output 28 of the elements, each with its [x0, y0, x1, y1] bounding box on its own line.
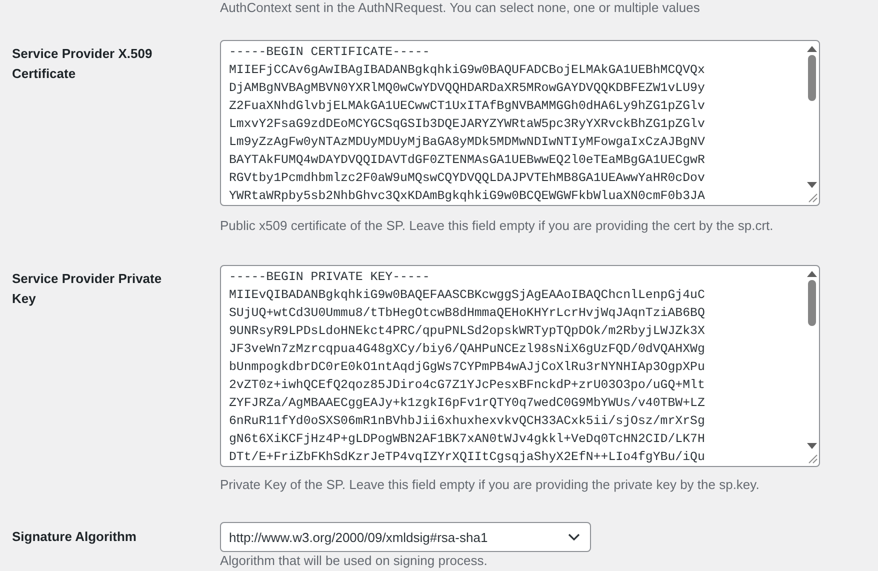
code-line: -----BEGIN PRIVATE KEY-----: [229, 269, 431, 286]
code-line: ZYFJRZa/AgMBAAECggEAJy+k1zgkI6pFv1rQTY0q7wedC0G9MbYWUs/v40TBW+LZ: [229, 395, 706, 412]
code-line: 2vZT0z+iwhQCEfQ2qoz85JDiro4cG7Z1YJcPesxBFnckdP+zrU03O3po/uGQ+Mlt: [229, 377, 706, 394]
code-line: -----BEGIN CERTIFICATE-----: [229, 44, 431, 61]
code-line: BAYTAkFUMQ4wDAYDVQQIDAVTdGF0ZTENMAsGA1UEBwwEQ2l0eTEaMBgGA1UECgwR: [229, 152, 706, 169]
code-line: 6nRuR11fYd0oSXS06mR1nBVhbJii6xhuxhexvkvQCH33ACxk5ii/sjOsz/mrXrSg: [229, 413, 706, 430]
field-label: Service Provider Private Key: [12, 270, 163, 308]
code-line: YWRtaWRpby5sb2NhbGhvc3QxKDAmBgkqhkiG9w0BCQEWGWFkbWluaXN0cmF0b3JA: [229, 188, 706, 205]
code-line: LmxvY2FsaG9zdDEoMCYGCSqGSIb3DQEJARYZYWRtaW5pc3RyYXRvckBhZG1pZGlv: [229, 116, 706, 133]
field-label: Service Provider X.509 Certificate: [12, 45, 154, 83]
code-line: 9UNRsyR9LPDsLdoHNEkct4PRC/qpuPNLSd2opskWRTypTQpDOk/m2RbyjLWJZk3X: [229, 323, 706, 340]
field-description: Public x509 certificate of the SP. Leave this field empty if you are providing the cert by the sp.crt.: [220, 218, 774, 234]
code-line: DjAMBgNVBAgMBVN0YXRlMQ0wCwYDVQQHDARDaXR5MRowGAYDVQQKDBFEZW1vLU9y: [229, 80, 706, 97]
code-line: Lm9yZzAgFw0yNTAzMDUyMDUyMjBaGA8yMDk5MDMwNDIwNTIyMFowgaIxCzAJBgNV: [229, 134, 706, 151]
field-description: Algorithm that will be used on signing process.: [220, 553, 488, 569]
code-line: SUjUQ+wtCd3U0Ummu8/tTbHegOtcwB8dHmmaQEHoKHYrLcrHvjWqJAqnTziAB6BQ: [229, 305, 706, 322]
code-line: Z2FuaXNhdGlvbjELMAkGA1UECwwCT1UxITAfBgNVBAMMGGh0dHA6Ly9hZG1pZGlv: [229, 98, 706, 115]
code-line: MIIEFjCCAv6gAwIBAgIBADANBgkqhkiG9w0BAQUFADCBojELMAkGA1UEBhMCQVQx: [229, 62, 706, 79]
code-line: JF3veWn7zMzrcqpua4G48gXCy/biy6/QAHPuNCEzl98sNiX6gUzFQD/0dVQAHXWg: [229, 341, 706, 358]
select-dropdown[interactable]: http://www.w3.org/2000/09/xmldsig#rsa-sha1: [220, 522, 591, 552]
code-line: gN6t6XiKCFjHz4P+gLDPogWBN2AF1BK7xAN0tWJv4gkkl+VeDq0TcHN2CID/LK7H: [229, 431, 706, 448]
code-line: MIIEvQIBADANBgkqhkiG9w0BAQEFAASCBKcwggSjAgEAAoIBAQChcnlLenpGj4uC: [229, 287, 706, 304]
code-line: RGVtby1Pcmdhbmlzc2F0aW9uMQswCQYDVQQLDAJPVTEhMB8GA1UEAwwYaHR0cDov: [229, 170, 706, 187]
field-label: Signature Algorithm: [12, 528, 138, 546]
code-line: bUnmpogkdbrDC0rE0kO1ntAqdjGgWs7CYPmPB4wAJjCoXlRu3rNYNHIAp3OgpXPu: [229, 359, 706, 376]
field-description: AuthContext sent in the AuthNRequest. You can select none, one or multiple values: [220, 0, 700, 16]
field-description: Private Key of the SP. Leave this field empty if you are providing the private key by the sp.key.: [220, 477, 760, 493]
code-line: DTt/E+FriZbFKhSdKzrJeTP4vqIZYrXQIItCgsqjaShyX2EfN++LIo4fgYBu/iQu: [229, 449, 706, 466]
